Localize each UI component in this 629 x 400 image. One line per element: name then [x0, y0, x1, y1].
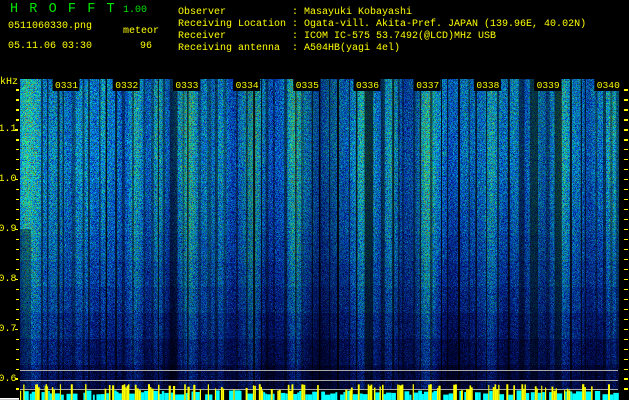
svg-text:0334: 0334: [236, 80, 259, 91]
svg-text:0335: 0335: [296, 80, 319, 91]
svg-text:0331: 0331: [55, 80, 78, 91]
svg-text:0337: 0337: [416, 80, 439, 91]
svg-text:0332: 0332: [115, 80, 138, 91]
svg-text:0336: 0336: [356, 80, 379, 91]
svg-text:0333: 0333: [175, 80, 198, 91]
svg-text:0340: 0340: [597, 80, 620, 91]
svg-text:0338: 0338: [476, 80, 499, 91]
svg-text:0339: 0339: [537, 80, 560, 91]
